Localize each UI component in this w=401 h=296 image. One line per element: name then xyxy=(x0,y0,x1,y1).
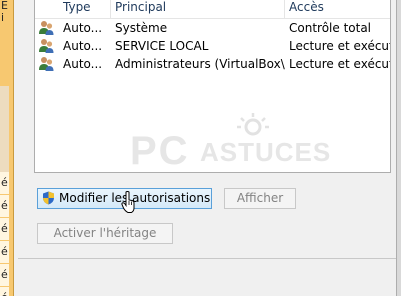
row-access: Contrôle total xyxy=(289,21,372,35)
pcastuces-watermark: PC ASTUCES xyxy=(130,113,360,173)
enable-inheritance-button[interactable]: Activer l'héritage xyxy=(37,223,173,244)
column-header-principal[interactable]: Principal xyxy=(111,0,285,18)
users-icon xyxy=(39,21,54,35)
sun-logo-icon xyxy=(237,113,269,136)
row-access: Lecture et exécution xyxy=(289,39,390,53)
hand-cursor-icon xyxy=(121,191,135,213)
column-header-access[interactable]: Accès xyxy=(285,0,390,18)
separator xyxy=(18,258,396,259)
list-header: Type Principal Accès xyxy=(35,0,390,19)
row-type: Auto... xyxy=(63,57,103,71)
users-icon xyxy=(39,57,54,71)
row-principal: Système xyxy=(115,21,168,35)
background-cell: é xyxy=(0,172,9,194)
permission-row[interactable]: Auto... Administrateurs (VirtualBox\A...… xyxy=(35,55,390,73)
advanced-security-dialog: Type Principal Accès Auto... Système Con… xyxy=(18,0,396,296)
users-icon xyxy=(39,39,54,53)
row-principal: SERVICE LOCAL xyxy=(115,39,209,53)
watermark-pc: PC xyxy=(130,129,190,173)
permission-row[interactable]: Auto... Système Contrôle total xyxy=(35,19,390,37)
background-window-strip: E i é é é é é é xyxy=(0,0,14,296)
view-button[interactable]: Afficher xyxy=(224,188,296,209)
background-cell: é xyxy=(0,241,9,263)
background-cell: é xyxy=(0,195,9,217)
background-cell: é xyxy=(0,287,9,296)
background-char: i xyxy=(1,11,5,24)
row-principal: Administrateurs (VirtualBox\A... xyxy=(115,57,285,71)
permission-entries-list[interactable]: Type Principal Accès Auto... Système Con… xyxy=(34,0,391,173)
background-cell: é xyxy=(0,264,9,286)
row-type: Auto... xyxy=(63,21,103,35)
row-access: Lecture et exécution xyxy=(289,57,390,71)
watermark-astuces: ASTUCES xyxy=(200,137,332,167)
background-cell: é xyxy=(0,218,9,240)
background-window-gap xyxy=(0,86,9,172)
column-header-type[interactable]: Type xyxy=(59,0,111,18)
row-type: Auto... xyxy=(63,39,103,53)
uac-shield-icon xyxy=(43,191,54,204)
permission-row[interactable]: Auto... SERVICE LOCAL Lecture et exécuti… xyxy=(35,37,390,55)
dialog-right-border xyxy=(396,0,401,296)
